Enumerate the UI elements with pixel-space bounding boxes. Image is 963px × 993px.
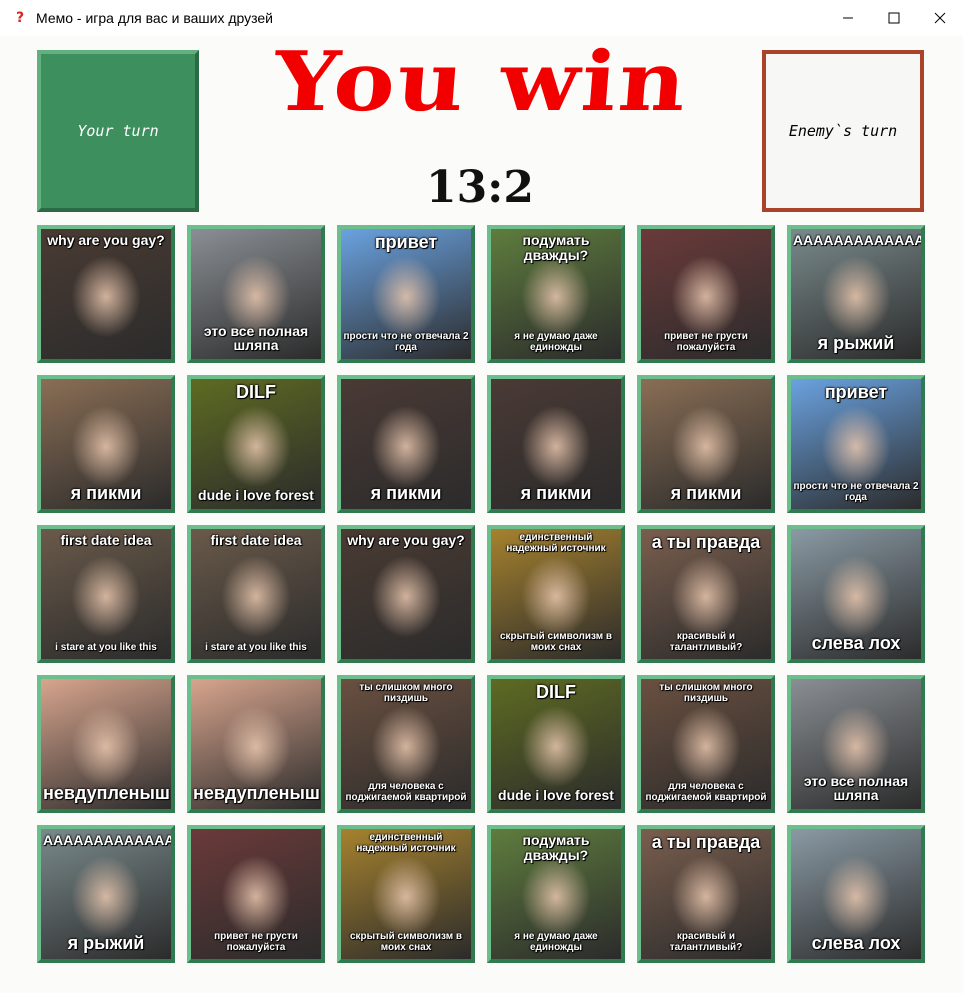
memory-card[interactable]: единственный надежный источник скрытый си… — [337, 825, 475, 963]
card-caption-bottom: скрытый символизм в моих снах — [499, 631, 613, 653]
your-turn-label: Your turn — [77, 122, 159, 140]
memory-card[interactable]: АААААААААААААААА я рыжий — [37, 825, 175, 963]
card-caption-top: ты слишком много пиздишь — [659, 682, 753, 704]
card-caption-bottom: я пикми — [670, 483, 742, 504]
card-caption-bottom: для человека с поджигаемой квартирой — [345, 781, 467, 803]
card-caption-top: why are you gay? — [47, 232, 165, 248]
card-caption-bottom: невдупленыш — [43, 783, 170, 804]
card-caption-bottom: я пикми — [520, 483, 592, 504]
card-caption-top: АААААААААААААААА — [793, 232, 921, 248]
close-button[interactable] — [917, 0, 963, 36]
card-caption-top: АААААААААААААААА — [43, 832, 171, 848]
memory-card[interactable]: АААААААААААААААА я рыжий — [787, 225, 925, 363]
close-icon — [934, 12, 946, 24]
minimize-button[interactable] — [825, 0, 871, 36]
card-caption-top: привет — [824, 382, 888, 402]
card-caption-bottom: я пикми — [70, 483, 142, 504]
card-caption-bottom: это все полная шляпа — [203, 322, 309, 354]
card-caption-top: first date idea — [60, 532, 152, 548]
memory-card[interactable]: я пикми — [637, 375, 775, 513]
card-caption-bottom: я не думаю даже единожды — [514, 931, 598, 953]
enemy-turn-label: Enemy`s turn — [788, 122, 898, 140]
card-caption-top: DILF — [536, 682, 576, 702]
game-area: Your turn You win 13:2 Enemy`s turn why … — [0, 34, 963, 993]
card-caption-bottom: это все полная шляпа — [803, 772, 909, 804]
card-caption-bottom: dude i love forest — [498, 787, 614, 804]
memory-card[interactable]: а ты правда красивый и талантливый? — [637, 525, 775, 663]
memory-card[interactable]: why are you gay? — [37, 225, 175, 363]
card-caption-bottom: прости что не отвечала 2 года — [343, 331, 469, 353]
card-photo — [341, 529, 471, 659]
memory-card[interactable]: невдупленыш — [187, 675, 325, 813]
enemy-turn-indicator: Enemy`s turn — [762, 50, 924, 212]
card-photo — [41, 229, 171, 359]
result-headline: You win — [270, 34, 692, 130]
card-caption-bottom: невдупленыш — [193, 783, 320, 804]
memory-card[interactable]: привет прости что не отвечала 2 года — [787, 375, 925, 513]
card-caption-bottom: я пикми — [370, 483, 442, 504]
card-caption-bottom: для человека с поджигаемой квартирой — [645, 781, 767, 803]
card-photo — [41, 529, 171, 659]
memory-card[interactable]: привет прости что не отвечала 2 года — [337, 225, 475, 363]
memory-card[interactable]: first date idea i stare at you like this — [37, 525, 175, 663]
memory-card[interactable]: привет не грусти пожалуйста — [187, 825, 325, 963]
card-caption-bottom: скрытый символизм в моих снах — [349, 931, 463, 953]
memory-card[interactable]: DILF dude i love forest — [487, 675, 625, 813]
memory-card[interactable]: я пикми — [487, 375, 625, 513]
memory-card[interactable]: ты слишком много пиздишь для человека с п… — [637, 675, 775, 813]
question-icon: ? — [15, 10, 25, 26]
memory-card[interactable]: first date idea i stare at you like this — [187, 525, 325, 663]
window-title: Мемо - игра для вас и ваших друзей — [36, 10, 273, 26]
card-caption-bottom: красивый и талантливый? — [669, 631, 743, 653]
card-caption-bottom: прости что не отвечала 2 года — [793, 481, 919, 503]
memory-card[interactable]: слева лох — [787, 525, 925, 663]
memory-card[interactable]: why are you gay? — [337, 525, 475, 663]
maximize-icon — [888, 12, 900, 24]
card-caption-top: DILF — [236, 382, 276, 402]
card-caption-bottom: i stare at you like this — [55, 641, 157, 653]
card-caption-bottom: я рыжий — [67, 933, 145, 954]
card-caption-top: why are you gay? — [347, 532, 465, 548]
card-caption-top: ты слишком много пиздишь — [359, 682, 453, 704]
memory-card[interactable]: это все полная шляпа — [787, 675, 925, 813]
card-caption-top: привет — [374, 232, 438, 252]
window-controls — [825, 0, 963, 36]
score: 13:2 — [425, 162, 535, 213]
memory-card[interactable]: подумать дважды? я не думаю даже единожды — [487, 825, 625, 963]
title-bar: ? Мемо - игра для вас и ваших друзей — [0, 0, 963, 36]
memory-card[interactable]: я пикми — [337, 375, 475, 513]
memory-card[interactable]: слева лох — [787, 825, 925, 963]
memory-card[interactable]: привет не грусти пожалуйста — [637, 225, 775, 363]
card-caption-top: единственный надежный источник — [356, 832, 456, 854]
card-caption-top: подумать дважды? — [522, 232, 590, 263]
memory-card[interactable]: ты слишком много пиздишь для человека с п… — [337, 675, 475, 813]
memory-card[interactable]: а ты правда красивый и талантливый? — [637, 825, 775, 963]
card-caption-bottom: я не думаю даже единожды — [514, 331, 598, 353]
memory-card[interactable]: я пикми — [37, 375, 175, 513]
card-caption-top: а ты правда — [651, 832, 761, 852]
maximize-button[interactable] — [871, 0, 917, 36]
card-caption-bottom: слева лох — [811, 933, 901, 954]
card-caption-bottom: красивый и талантливый? — [669, 931, 743, 953]
card-caption-bottom: я рыжий — [817, 333, 895, 354]
card-caption-bottom: dude i love forest — [198, 487, 314, 504]
card-caption-top: подумать дважды? — [522, 832, 590, 863]
card-caption-bottom: i stare at you like this — [205, 641, 307, 653]
your-turn-indicator: Your turn — [37, 50, 199, 212]
card-caption-top: единственный надежный источник — [506, 532, 606, 554]
card-caption-bottom: привет не грусти пожалуйста — [664, 331, 748, 353]
memory-card[interactable]: DILF dude i love forest — [187, 375, 325, 513]
memory-card[interactable]: подумать дважды? я не думаю даже единожды — [487, 225, 625, 363]
memory-card[interactable]: это все полная шляпа — [187, 225, 325, 363]
card-caption-bottom: слева лох — [811, 633, 901, 654]
card-caption-bottom: привет не грусти пожалуйста — [214, 931, 298, 953]
card-photo — [191, 529, 321, 659]
card-caption-top: а ты правда — [651, 532, 761, 552]
card-caption-top: first date idea — [210, 532, 302, 548]
minimize-icon — [843, 17, 853, 19]
memory-card[interactable]: невдупленыш — [37, 675, 175, 813]
memory-card[interactable]: единственный надежный источник скрытый си… — [487, 525, 625, 663]
